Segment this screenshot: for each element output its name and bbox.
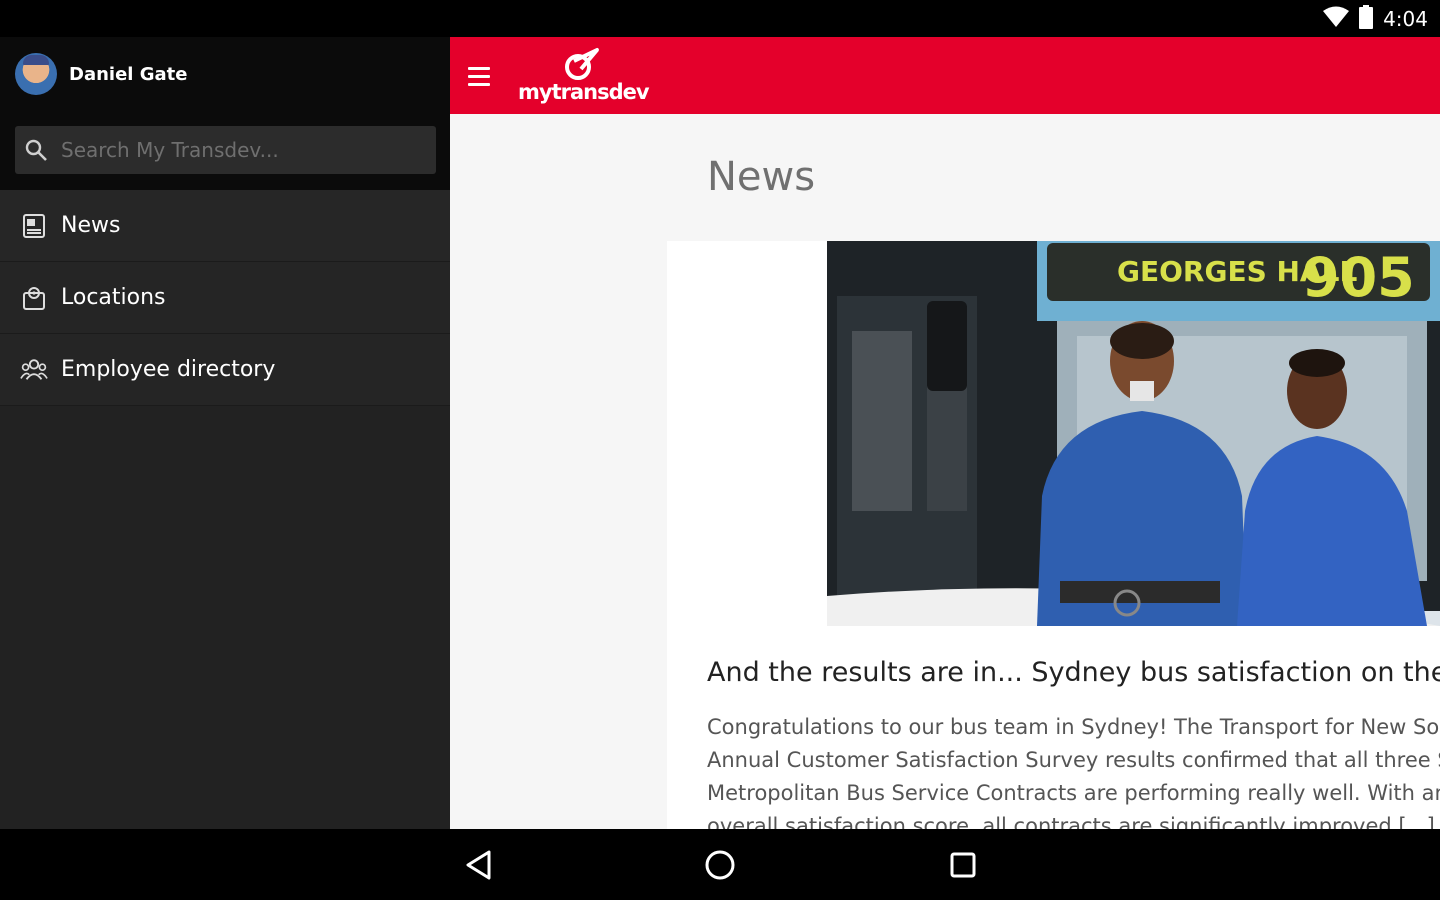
- drawer-header: Daniel Gate: [0, 37, 450, 190]
- employee-directory-icon: [20, 356, 48, 384]
- mytransdev-logo: mytransdev: [518, 47, 650, 107]
- status-time: 4:04: [1383, 7, 1428, 31]
- article-excerpt-line: overall satisfaction score, all contract…: [707, 814, 1435, 829]
- sidebar-item-news[interactable]: News: [0, 190, 450, 262]
- page-title: News: [707, 154, 816, 200]
- sidebar-item-label: News: [61, 213, 121, 238]
- avatar[interactable]: [15, 53, 57, 95]
- back-button[interactable]: [460, 847, 496, 883]
- main-content: mytransdev News GEORGES HALL 905 And the…: [450, 37, 1440, 829]
- status-bar: 4:04: [0, 0, 1440, 37]
- wifi-icon: [1323, 6, 1350, 32]
- home-icon: [705, 850, 735, 880]
- search-box[interactable]: [15, 126, 436, 174]
- article-excerpt: Congratulations to our bus team in Sydne…: [707, 711, 1440, 829]
- bus-number-text: 905: [1302, 246, 1415, 309]
- sidebar-item-label: Employee directory: [61, 357, 276, 382]
- user-name: Daniel Gate: [69, 63, 188, 85]
- article-excerpt-line: Annual Customer Satisfaction Survey resu…: [707, 748, 1440, 772]
- sidebar-item-label: Locations: [61, 285, 166, 310]
- sidebar-item-employee-directory[interactable]: Employee directory: [0, 334, 450, 406]
- back-icon: [466, 850, 491, 880]
- search-input[interactable]: [59, 137, 423, 163]
- brand-name: mytransdev: [518, 80, 650, 104]
- recents-icon: [950, 852, 976, 878]
- article-image[interactable]: GEORGES HALL 905: [827, 241, 1440, 626]
- article-excerpt-line: Metropolitan Bus Service Contracts are p…: [707, 781, 1440, 805]
- article-title[interactable]: And the results are in... Sydney bus sat…: [707, 657, 1440, 688]
- article-excerpt-line: Congratulations to our bus team in Sydne…: [707, 715, 1440, 739]
- locations-icon: [20, 284, 48, 312]
- app-bar: mytransdev: [450, 37, 1440, 114]
- recents-button[interactable]: [945, 847, 981, 883]
- system-navigation-bar: [0, 829, 1440, 900]
- home-button[interactable]: [702, 847, 738, 883]
- status-icons: 4:04: [1323, 5, 1428, 33]
- menu-button[interactable]: [468, 61, 500, 91]
- battery-icon: [1359, 5, 1374, 33]
- navigation-drawer: Daniel Gate News Locations Employee dire…: [0, 37, 450, 829]
- news-icon: [20, 212, 48, 240]
- news-card[interactable]: GEORGES HALL 905 And the results are in.…: [667, 241, 1440, 829]
- sidebar-item-locations[interactable]: Locations: [0, 262, 450, 334]
- search-icon: [23, 137, 49, 163]
- user-profile[interactable]: Daniel Gate: [15, 53, 187, 95]
